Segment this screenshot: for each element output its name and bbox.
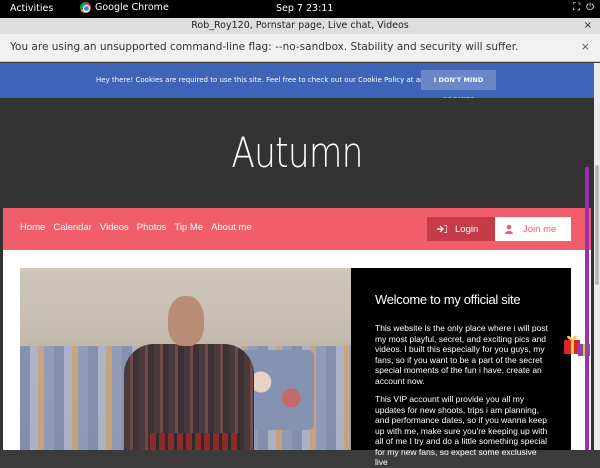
welcome-paragraph-2: This VIP account will provide you all my…	[375, 394, 548, 467]
power-icon: ⏻	[586, 2, 594, 13]
welcome-paragraph-1: This website is the only place where i w…	[375, 323, 548, 386]
profile-photo	[20, 268, 351, 450]
accept-cookies-button[interactable]: I DON'T MIND COOKIES	[421, 70, 496, 104]
warning-infobar: You are using an unsupported command-lin…	[0, 34, 600, 62]
site-title: Autumn	[231, 128, 363, 177]
scrollbar[interactable]	[594, 63, 600, 450]
scrollbar-thumb[interactable]	[595, 165, 599, 285]
clock[interactable]: Sep 7 23:11	[276, 3, 333, 14]
nav-photos[interactable]: Photos	[137, 222, 167, 233]
app-menu[interactable]: Google Chrome	[80, 2, 169, 13]
web-page: Autumn Home Calendar Videos Photos Tip M…	[0, 98, 594, 467]
nav-links: Home Calendar Videos Photos Tip Me About…	[20, 222, 252, 233]
nav-videos[interactable]: Videos	[100, 222, 129, 233]
cookie-banner: Hey there! Cookies are required to use t…	[0, 63, 594, 104]
nav-calendar[interactable]: Calendar	[53, 222, 92, 233]
system-top-bar: Activities Google Chrome Sep 7 23:11 ⛶ ⏻	[0, 0, 600, 18]
join-label: Join me	[523, 223, 557, 235]
login-label: Login	[455, 223, 479, 235]
nav-home[interactable]: Home	[20, 222, 45, 233]
activities-button[interactable]: Activities	[10, 3, 53, 14]
gift-icon[interactable]	[562, 330, 592, 360]
join-button[interactable]: Join me	[495, 217, 571, 241]
window-close-button[interactable]: ×	[584, 18, 592, 34]
user-add-icon	[505, 224, 513, 234]
welcome-heading: Welcome to my official site	[375, 292, 521, 307]
infobar-close-button[interactable]: ×	[581, 34, 590, 60]
nav-tip-me[interactable]: Tip Me	[174, 222, 203, 233]
window-titlebar: Rob_Roy120, Pornstar page, Live chat, Vi…	[0, 18, 600, 34]
site-header: Autumn	[3, 98, 591, 208]
chrome-icon	[80, 2, 91, 13]
side-accent	[585, 167, 589, 450]
login-icon	[437, 225, 447, 233]
app-name: Google Chrome	[95, 2, 169, 13]
login-button[interactable]: Login	[427, 217, 495, 241]
kilt	[150, 433, 240, 450]
window-title: Rob_Roy120, Pornstar page, Live chat, Vi…	[191, 20, 409, 31]
site-nav: Home Calendar Videos Photos Tip Me About…	[3, 208, 591, 250]
network-icon: ⛶	[573, 2, 581, 13]
nav-about-me[interactable]: About me	[211, 222, 252, 233]
infobar-message: You are using an unsupported command-lin…	[10, 41, 519, 53]
cookie-message: Hey there! Cookies are required to use t…	[96, 76, 449, 84]
welcome-panel: Welcome to my official site This website…	[351, 268, 571, 467]
main-content: Welcome to my official site This website…	[3, 250, 591, 467]
system-tray[interactable]: ⛶ ⏻	[573, 2, 594, 13]
person-head	[168, 296, 204, 346]
